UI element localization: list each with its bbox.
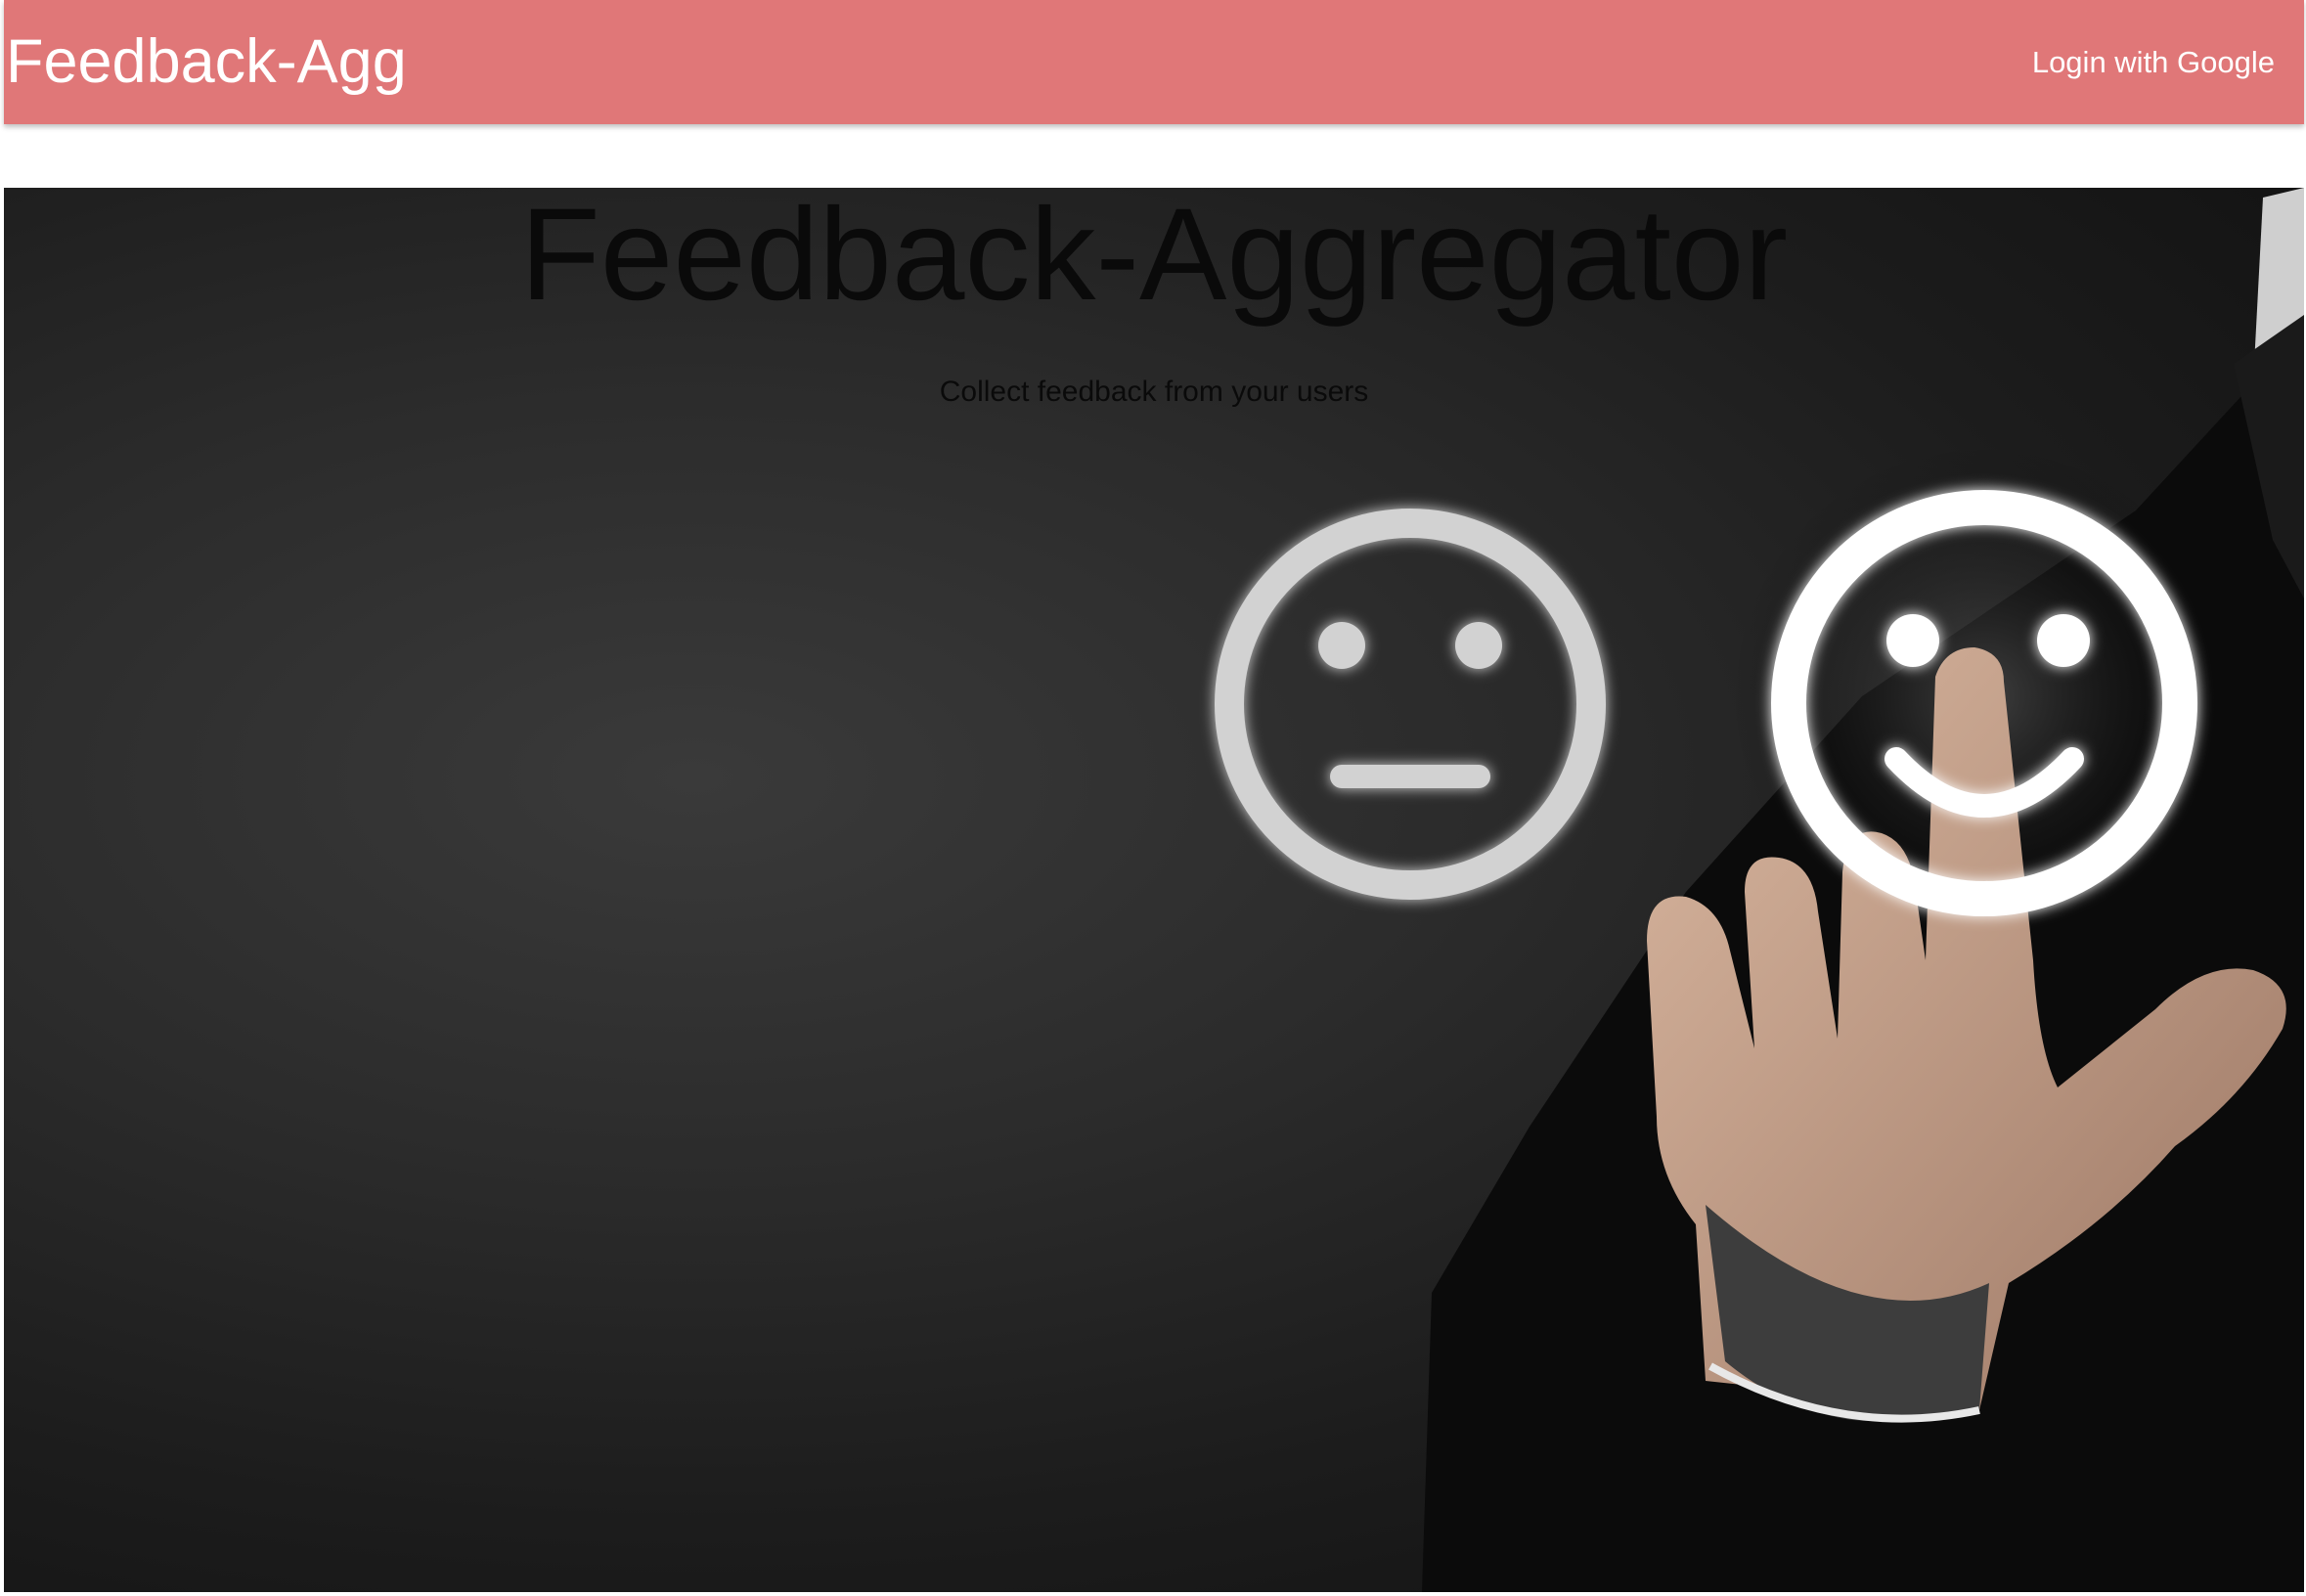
hero-title: Feedback-Aggregator	[519, 188, 1789, 328]
hero-subtitle: Collect feedback from your users	[939, 376, 1369, 408]
brand-logo-link[interactable]: Feedback-Agg	[6, 25, 407, 99]
hero-banner: Feedback-Aggregator Collect feedback fro…	[4, 188, 2304, 1592]
login-with-google-link[interactable]: Login with Google	[2032, 43, 2275, 82]
navbar: Feedback-Agg Login with Google	[4, 0, 2304, 124]
neutral-face-icon	[1215, 509, 1606, 900]
